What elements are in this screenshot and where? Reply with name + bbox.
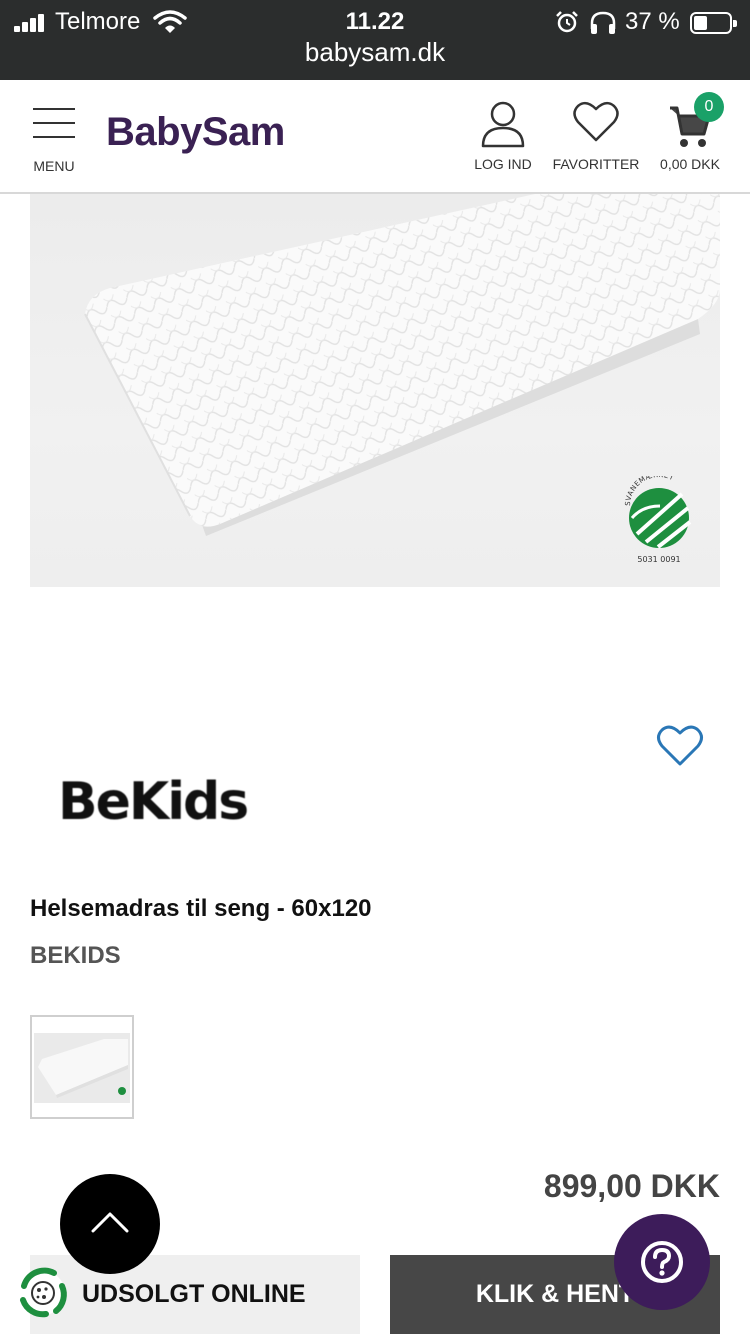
nordic-swan-ecolabel-icon: SVANEMÆRKET 5031 0091 [624,476,692,564]
favorites-button[interactable]: FAVORITTER [548,98,644,178]
babysam-logo[interactable]: BabySam [106,110,285,155]
status-bar: Telmore 11.22 37 % babysam.dk [0,0,750,80]
swan-license-number: 5031 0091 [637,555,680,564]
cookie-settings-icon[interactable] [14,1264,72,1322]
favorites-label: FAVORITTER [552,156,640,172]
headphones-icon [590,11,616,34]
site-header: MENU BabySam LOG IND FAVORITTER 0 0,00 D… [0,80,750,194]
hamburger-icon [33,108,75,138]
product-main-image[interactable]: SVANEMÆRKET 5031 0091 [30,194,720,587]
cart-total: 0,00 DKK [660,156,720,172]
menu-label: MENU [33,158,75,174]
heart-icon [573,101,619,142]
login-label: LOG IND [474,156,532,172]
login-button[interactable]: LOG IND [468,98,538,178]
add-to-favorites-heart-icon[interactable] [656,724,704,768]
brand-logo[interactable]: BeKids [58,772,249,832]
thumbnail-mattress-image [38,1039,128,1098]
user-icon [481,101,525,148]
question-icon [641,1241,683,1283]
cart-count-badge: 0 [694,92,724,122]
help-chat-button[interactable] [614,1214,710,1310]
sold-out-online-button[interactable]: UDSOLGT ONLINE [30,1255,360,1334]
address-bar[interactable]: babysam.dk [0,37,750,68]
chevron-up-icon [91,1212,129,1233]
mattress-image [84,194,720,536]
scroll-to-top-button[interactable] [60,1174,160,1274]
cart-button[interactable]: 0 0,00 DKK [652,92,728,178]
product-title: Helsemadras til seng - 60x120 [30,895,372,922]
menu-button[interactable]: MENU [28,106,80,176]
alarm-icon [556,11,578,33]
battery-percentage: 37 % [625,8,680,35]
product-price: 899,00 DKK [543,1168,720,1204]
product-thumbnail[interactable] [30,1015,134,1119]
battery-icon [690,12,737,34]
product-brand[interactable]: BEKIDS [30,942,121,970]
